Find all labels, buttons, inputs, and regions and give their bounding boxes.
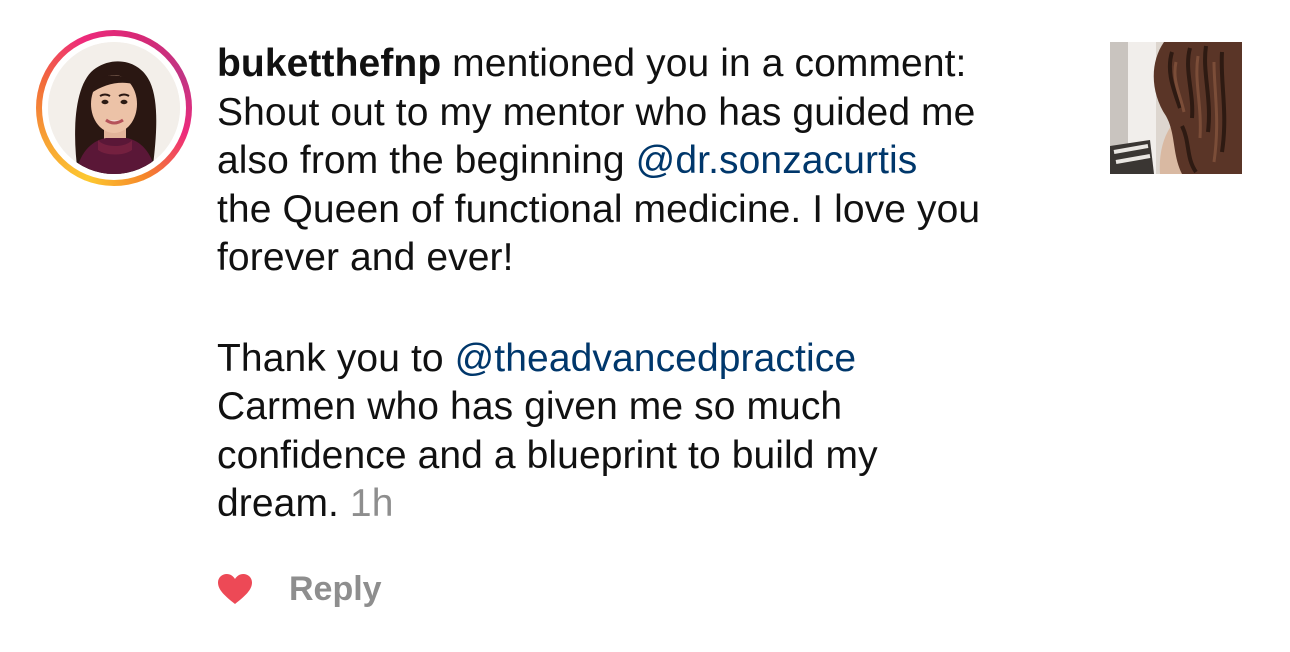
username-link[interactable]: buketthefnp bbox=[217, 42, 441, 85]
notification-text: buketthefnp mentioned you in a comment: … bbox=[217, 40, 1097, 529]
comment-paragraph-2: Thank you to @theadvancedpractice Carmen… bbox=[217, 335, 1097, 529]
heart-icon bbox=[218, 574, 252, 604]
reply-button[interactable]: Reply bbox=[289, 570, 382, 609]
action-text: mentioned you in a comment: bbox=[441, 42, 967, 85]
avatar-gap bbox=[42, 36, 186, 180]
comment-actions: Reply bbox=[217, 566, 382, 612]
comment-line: Carmen who has given me so much bbox=[217, 385, 843, 428]
like-button[interactable] bbox=[217, 572, 253, 606]
comment-line: dream. bbox=[217, 482, 339, 525]
avatar-image bbox=[48, 42, 180, 174]
story-ring[interactable] bbox=[36, 30, 192, 186]
comment-line: Shout out to my mentor who has guided me bbox=[217, 90, 976, 134]
timestamp: 1h bbox=[349, 482, 394, 525]
post-thumbnail[interactable] bbox=[1110, 42, 1242, 174]
comment-line: forever and ever! bbox=[217, 236, 514, 279]
comment-line: Thank you to bbox=[217, 336, 455, 380]
mention-notification[interactable]: buketthefnp mentioned you in a comment: … bbox=[0, 0, 1290, 652]
post-thumbnail-image bbox=[1110, 42, 1242, 174]
comment-line: also from the beginning bbox=[217, 139, 636, 182]
comment-paragraph-1: buketthefnp mentioned you in a comment: … bbox=[217, 40, 1097, 283]
avatar[interactable] bbox=[48, 42, 180, 174]
mention-link[interactable]: @theadvancedpractice bbox=[455, 337, 857, 380]
mention-link[interactable]: @dr.sonzacurtis bbox=[636, 139, 918, 182]
comment-line: confidence and a blueprint to build my bbox=[217, 433, 878, 477]
comment-line: the Queen of functional medicine. I love… bbox=[217, 187, 981, 231]
